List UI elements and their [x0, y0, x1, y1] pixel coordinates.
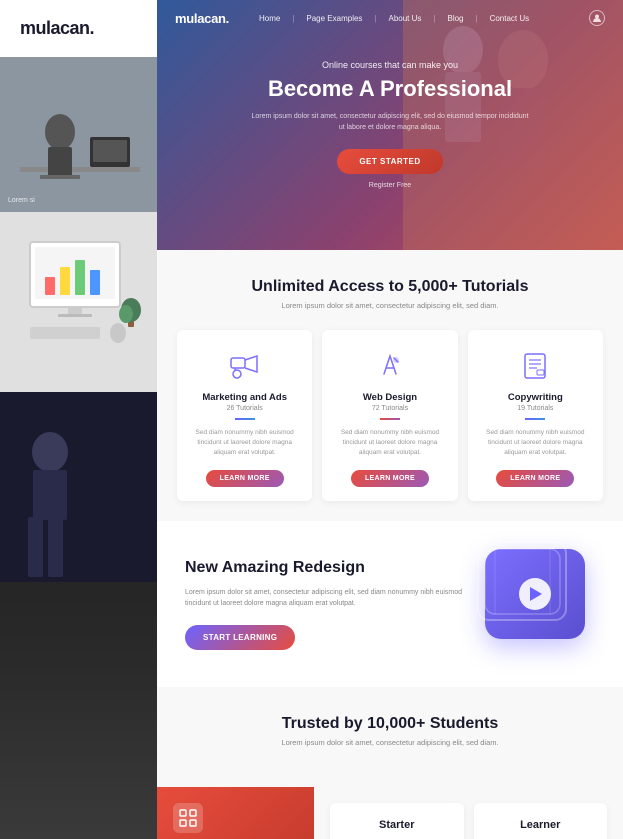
pricing-grid-icon: [173, 803, 203, 833]
marketing-learn-more-button[interactable]: LEARN MORE: [206, 470, 284, 487]
sidebar-bottom-image: [0, 392, 157, 839]
start-learning-button[interactable]: START LEARNING: [185, 625, 295, 650]
nav-link-about[interactable]: About Us: [389, 14, 422, 23]
hero-title: Become A Professional: [197, 76, 583, 102]
marketing-card-title: Marketing and Ads: [189, 392, 300, 403]
nav-divider-4: |: [476, 14, 478, 23]
copywriting-learn-more-button[interactable]: LEARN MORE: [496, 470, 574, 487]
marketing-card-count: 26 Tutorials: [189, 405, 300, 412]
tutorials-title: Unlimited Access to 5,000+ Tutorials: [177, 278, 603, 296]
tutorials-section: Unlimited Access to 5,000+ Tutorials Lor…: [157, 250, 623, 521]
webdesign-card-text: Sed diam nonummy nibh euismod tincidunt …: [334, 428, 445, 457]
tutorials-description: Lorem ipsum dolor sit amet, consectetur …: [177, 301, 603, 310]
nav-link-page-examples[interactable]: Page Examples: [306, 14, 362, 23]
webdesign-icon: [372, 348, 408, 384]
redesign-description: Lorem ipsum dolor sit amet, consectetur …: [185, 587, 465, 609]
webdesign-card-count: 72 Tutorials: [334, 405, 445, 412]
navigation: mulacan. Home | Page Examples | About Us…: [157, 0, 623, 36]
nav-links: Home | Page Examples | About Us | Blog |…: [259, 14, 589, 23]
nav-divider-1: |: [292, 14, 294, 23]
marketing-card-text: Sed diam nonummy nibh euismod tincidunt …: [189, 428, 300, 457]
hero-content: Online courses that can make you Become …: [157, 40, 623, 209]
copywriting-card-title: Copywriting: [480, 392, 591, 403]
sidebar-label: Lorem si: [8, 197, 35, 204]
marketing-icon: [227, 348, 263, 384]
pricing-card-learner: Learner: [474, 803, 608, 839]
redesign-visual: [485, 549, 595, 659]
pricing-section: Euismod tincidunt ut laoreet dolore magn…: [157, 787, 623, 839]
copywriting-card-count: 19 Tutorials: [480, 405, 591, 412]
sidebar-top-image: Lorem si: [0, 57, 157, 212]
tutorial-card-copywriting: Copywriting 19 Tutorials Sed diam nonumm…: [468, 330, 603, 501]
pricing-starter-title: Starter: [342, 819, 452, 831]
pricing-cards-row: Starter Learner: [314, 787, 623, 839]
copywriting-card-text: Sed diam nonummy nibh euismod tincidunt …: [480, 428, 591, 457]
tutorial-card-marketing: Marketing and Ads 26 Tutorials Sed diam …: [177, 330, 312, 501]
get-started-button[interactable]: GET STARTED: [337, 149, 442, 174]
nav-divider-2: |: [374, 14, 376, 23]
nav-link-blog[interactable]: Blog: [447, 14, 463, 23]
webdesign-divider: [380, 418, 400, 420]
redesign-title: New Amazing Redesign: [185, 559, 465, 577]
webdesign-card-title: Web Design: [334, 392, 445, 403]
register-link[interactable]: Register Free: [197, 182, 583, 189]
hero-subtitle: Online courses that can make you: [197, 60, 583, 70]
main-content: mulacan. Home | Page Examples | About Us…: [157, 0, 623, 839]
trusted-description: Lorem ipsum dolor sit amet, consectetur …: [177, 738, 603, 747]
copywriting-divider: [525, 418, 545, 420]
hero-section: mulacan. Home | Page Examples | About Us…: [157, 0, 623, 250]
tutorial-card-webdesign: Web Design 72 Tutorials Sed diam nonummy…: [322, 330, 457, 501]
pricing-learner-title: Learner: [486, 819, 596, 831]
pricing-card-starter: Starter: [330, 803, 464, 839]
user-icon[interactable]: [589, 10, 605, 26]
hero-description: Lorem ipsum dolor sit amet, consectetur …: [250, 112, 530, 133]
sidebar: mulacan. Lorem si: [0, 0, 157, 839]
sidebar-logo: mulacan.: [0, 0, 157, 57]
redesign-section: New Amazing Redesign Lorem ipsum dolor s…: [157, 521, 623, 687]
tutorial-cards-grid: Marketing and Ads 26 Tutorials Sed diam …: [177, 330, 603, 501]
nav-link-contact[interactable]: Contact Us: [490, 14, 530, 23]
redesign-content: New Amazing Redesign Lorem ipsum dolor s…: [185, 559, 465, 650]
webdesign-learn-more-button[interactable]: LEARN MORE: [351, 470, 429, 487]
trusted-section: Trusted by 10,000+ Students Lorem ipsum …: [157, 687, 623, 787]
nav-divider-3: |: [433, 14, 435, 23]
nav-logo: mulacan.: [175, 11, 229, 26]
pricing-left-panel: Euismod tincidunt ut laoreet dolore magn…: [157, 787, 314, 839]
video-icon: [485, 549, 585, 639]
sidebar-mid-image: [0, 212, 157, 392]
marketing-divider: [235, 418, 255, 420]
trusted-title: Trusted by 10,000+ Students: [177, 715, 603, 733]
copywriting-icon: [517, 348, 553, 384]
nav-link-home[interactable]: Home: [259, 14, 280, 23]
